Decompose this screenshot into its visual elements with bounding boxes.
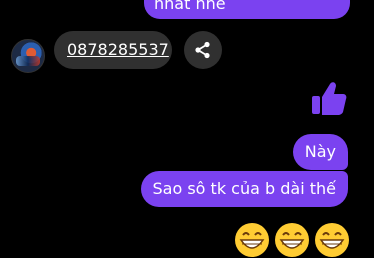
grinning-face-icon <box>235 223 269 257</box>
sent-message-text: Này <box>304 142 336 161</box>
share-icon <box>195 41 210 59</box>
grinning-face-icon <box>315 223 349 257</box>
received-phone-message[interactable]: 0878285537 <box>54 31 172 69</box>
phone-number-link[interactable]: 0878285537 <box>67 40 169 59</box>
contact-avatar[interactable] <box>11 39 45 73</box>
grinning-face-icon <box>275 223 309 257</box>
thumbs-up-icon[interactable] <box>310 80 348 118</box>
sent-message-text: Sao sô tk của b dài thế <box>152 179 337 198</box>
sent-message-top-text: nhất nhé <box>154 0 226 13</box>
sent-message-bubble-top[interactable]: nhất nhé <box>144 0 350 19</box>
share-button[interactable] <box>184 31 222 69</box>
sent-message-bubble[interactable]: Này <box>292 134 348 170</box>
sent-message-bubble[interactable]: Sao sô tk của b dài thế <box>140 171 348 207</box>
emoji-message[interactable] <box>234 222 350 258</box>
